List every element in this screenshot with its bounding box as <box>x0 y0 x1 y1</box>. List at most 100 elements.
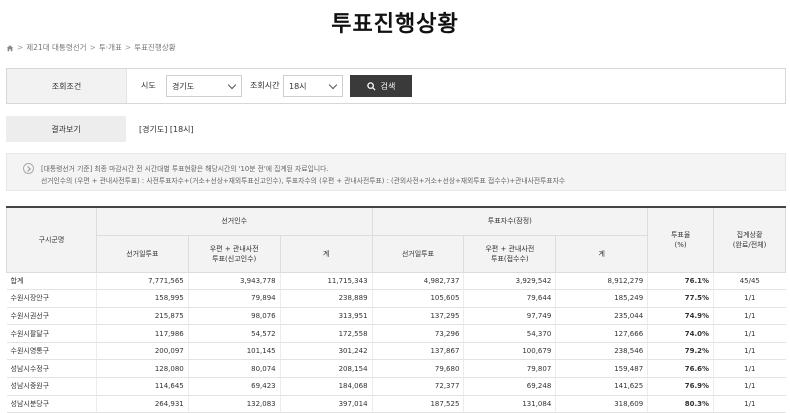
number-cell: 7,771,565 <box>96 272 189 291</box>
number-cell: 200,097 <box>96 342 189 361</box>
chevron-down-icon <box>227 80 237 90</box>
number-cell: 3,929,542 <box>463 272 557 291</box>
status-cell: 1/1 <box>713 342 786 361</box>
number-cell: 128,080 <box>96 359 189 379</box>
header-voters-total: 계 <box>555 234 649 273</box>
number-cell: 54,370 <box>463 324 557 343</box>
page-title: 투표진행상황 <box>331 12 459 37</box>
district-cell: 수원시팔달구 <box>6 324 97 343</box>
header-voters-mail: 우편 + 관내사전 투표(접수수) <box>463 234 557 273</box>
number-cell: 72,377 <box>372 377 465 396</box>
breadcrumb-separator: > <box>17 43 24 52</box>
number-cell: 187,525 <box>372 395 465 413</box>
number-cell: 79,680 <box>372 359 465 379</box>
table-row: 성남시수정구 128,080 80,074 208,154 79,680 79,807 15… <box>6 359 786 379</box>
status-cell: 1/1 <box>713 307 786 326</box>
table-row: 성남시분당구 264,931 132,083 397,014 187,525 131,08… <box>6 395 786 413</box>
status-cell: 1/1 <box>713 359 786 379</box>
table-row: 수원시권선구 215,875 98,076 313,951 137,295 97,749 2… <box>6 307 786 326</box>
header-electors-eday: 선거일투표 <box>95 234 189 273</box>
number-cell: 97,749 <box>463 307 557 326</box>
header-district: 구시군명 <box>6 206 97 273</box>
chevron-circle-icon <box>23 163 34 174</box>
turnout-rate-cell: 76.1% <box>647 272 715 291</box>
number-cell: 208,154 <box>280 359 373 379</box>
number-cell: 117,986 <box>96 324 189 343</box>
turnout-rate-cell: 74.9% <box>647 307 715 326</box>
header-electors-mail: 우편 + 관내사전 투표(신고인수) <box>187 234 281 273</box>
turnout-rate-cell: 80.3% <box>647 395 715 413</box>
table-row: 수원시영통구 200,097 101,145 301,242 137,867 100,67… <box>6 342 786 361</box>
number-cell: 184,068 <box>280 377 373 396</box>
search-button[interactable]: 검색 <box>350 75 412 97</box>
header-voters: 투표자수(잠정) <box>371 206 649 236</box>
number-cell: 235,044 <box>555 307 649 326</box>
time-select-value: 18시 <box>289 81 307 91</box>
number-cell: 11,715,343 <box>280 272 373 291</box>
search-condition-label: 조회조건 <box>7 69 127 103</box>
breadcrumb-item-election[interactable]: 제21대 대통령선거 <box>26 42 86 53</box>
turnout-rate-cell: 79.2% <box>647 342 715 361</box>
number-cell: 313,951 <box>280 307 373 326</box>
notice-box: [대통령선거 기준] 최종 마감시간 전 시간대별 투표현황은 해당시간의 '1… <box>6 153 786 191</box>
breadcrumb-separator: > <box>89 43 96 52</box>
table-row: 수원시팔달구 117,986 54,572 172,558 73,296 54,370 12… <box>6 324 786 343</box>
turnout-rate-cell: 76.6% <box>647 359 715 379</box>
number-cell: 79,894 <box>188 289 281 308</box>
status-cell: 1/1 <box>713 289 786 308</box>
number-cell: 80,074 <box>188 359 281 379</box>
number-cell: 397,014 <box>280 395 373 413</box>
number-cell: 172,558 <box>280 324 373 343</box>
district-cell: 수원시권선구 <box>6 307 97 326</box>
number-cell: 114,645 <box>96 377 189 396</box>
district-cell: 합계 <box>6 272 97 291</box>
status-cell: 1/1 <box>713 324 786 343</box>
number-cell: 238,546 <box>555 342 649 361</box>
number-cell: 131,084 <box>463 395 557 413</box>
notice-line-2: 선거인수의 (우편 + 관내사전투표) : 사전투표자수+(거소+선상+재외투표… <box>41 177 566 185</box>
table-row: 성남시중원구 114,645 69,423 184,068 72,377 69,248 14… <box>6 377 786 396</box>
number-cell: 69,248 <box>463 377 557 396</box>
number-cell: 127,666 <box>555 324 649 343</box>
vote-status-table: 구시군명 선거인수 투표자수(잠정) 투표율 (%) 집계상황 (완료/전체) … <box>6 206 786 413</box>
sido-select[interactable]: 경기도 <box>166 75 242 97</box>
result-value: [경기도] [18시] <box>139 125 194 134</box>
result-label: 결과보기 <box>6 116 126 142</box>
status-cell: 1/1 <box>713 395 786 413</box>
status-cell: 45/45 <box>713 272 786 291</box>
number-cell: 185,249 <box>555 289 649 308</box>
home-icon[interactable] <box>6 44 14 52</box>
number-cell: 79,807 <box>463 359 557 379</box>
number-cell: 238,889 <box>280 289 373 308</box>
breadcrumb-item-vote-count[interactable]: 투·개표 <box>99 42 122 53</box>
number-cell: 137,295 <box>372 307 465 326</box>
number-cell: 101,145 <box>188 342 281 361</box>
header-voters-eday: 선거일투표 <box>371 234 465 273</box>
time-label: 조회시간 <box>250 81 280 90</box>
number-cell: 215,875 <box>96 307 189 326</box>
district-cell: 성남시수정구 <box>6 359 97 379</box>
number-cell: 318,609 <box>555 395 649 413</box>
time-select[interactable]: 18시 <box>283 75 343 97</box>
number-cell: 98,076 <box>188 307 281 326</box>
notice-line-1: [대통령선거 기준] 최종 마감시간 전 시간대별 투표현황은 해당시간의 '1… <box>41 165 329 173</box>
turnout-rate-cell: 76.9% <box>647 377 715 396</box>
number-cell: 69,423 <box>188 377 281 396</box>
breadcrumb-item-current[interactable]: 투표진행상황 <box>134 42 175 53</box>
table-row: 합계 7,771,565 3,943,778 11,715,343 4,982,737 3… <box>6 272 786 291</box>
number-cell: 8,912,279 <box>555 272 649 291</box>
district-cell: 성남시중원구 <box>6 377 97 396</box>
table-row: 수원시장안구 158,995 79,894 238,889 105,605 79,644 1… <box>6 289 786 308</box>
number-cell: 3,943,778 <box>188 272 281 291</box>
table-body: 합계 7,771,565 3,943,778 11,715,343 4,982,737 3… <box>6 272 786 413</box>
chevron-down-icon <box>328 80 338 90</box>
number-cell: 137,867 <box>372 342 465 361</box>
number-cell: 73,296 <box>372 324 465 343</box>
district-cell: 수원시장안구 <box>6 289 97 308</box>
breadcrumb: > 제21대 대통령선거 > 투·개표 > 투표진행상황 <box>6 42 176 53</box>
number-cell: 100,679 <box>463 342 557 361</box>
number-cell: 141,625 <box>555 377 649 396</box>
district-cell: 수원시영통구 <box>6 342 97 361</box>
header-status: 집계상황 (완료/전체) <box>713 206 786 273</box>
number-cell: 301,242 <box>280 342 373 361</box>
